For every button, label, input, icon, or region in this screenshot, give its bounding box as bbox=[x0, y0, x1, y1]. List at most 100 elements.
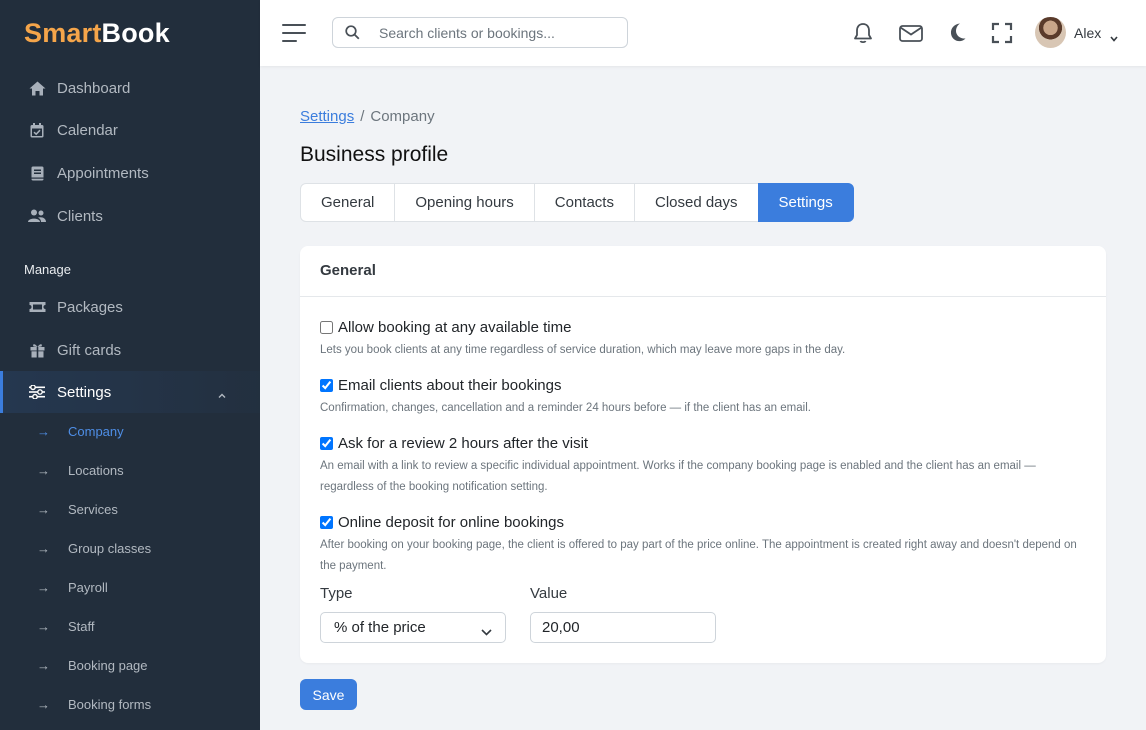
option-description: Lets you book clients at any time regard… bbox=[320, 344, 846, 356]
tab-bar: General Opening hours Contacts Closed da… bbox=[300, 183, 854, 222]
bell-icon[interactable] bbox=[851, 21, 875, 45]
arrow-right-icon: → bbox=[37, 540, 50, 556]
select-value: % of the price bbox=[334, 619, 426, 636]
breadcrumb-current: Company bbox=[370, 108, 435, 125]
type-label: Type bbox=[320, 585, 353, 602]
sidebar-sub-label: Locations bbox=[68, 462, 124, 478]
search-icon bbox=[345, 25, 360, 45]
mail-icon[interactable] bbox=[898, 21, 923, 45]
breadcrumb-link-settings[interactable]: Settings bbox=[300, 108, 354, 125]
option-description: After booking on your booking page, the … bbox=[320, 539, 1077, 572]
option-label: Email clients about their bookings bbox=[338, 377, 562, 394]
arrow-right-icon: → bbox=[37, 696, 50, 712]
option-label: Allow booking at any available time bbox=[338, 319, 572, 336]
sidebar-sub-label: Payroll bbox=[68, 579, 108, 595]
sidebar-sub-label: Booking page bbox=[68, 657, 148, 673]
sidebar-item-settings[interactable]: Settings bbox=[0, 371, 260, 413]
sidebar-item-calendar[interactable]: Calendar bbox=[0, 110, 260, 150]
sidebar-section-manage: Manage bbox=[24, 262, 71, 277]
sidebar-item-label: Gift cards bbox=[57, 341, 122, 359]
sidebar-item-label: Settings bbox=[57, 383, 112, 401]
sidebar-sub-services[interactable]: → Services bbox=[0, 495, 260, 523]
chevron-up-icon bbox=[218, 385, 226, 402]
page-title: Business profile bbox=[300, 143, 449, 166]
tab-closed-days[interactable]: Closed days bbox=[633, 183, 759, 222]
users-icon bbox=[28, 207, 46, 225]
book-icon bbox=[28, 164, 46, 182]
option-row[interactable]: Ask for a review 2 hours after the visit bbox=[320, 435, 1086, 452]
option-label: Ask for a review 2 hours after the visit bbox=[338, 435, 589, 452]
sidebar: SmartBook Dashboard Calendar Appointment… bbox=[0, 0, 260, 730]
sidebar-item-label: Dashboard bbox=[57, 79, 131, 97]
arrow-right-icon: → bbox=[37, 423, 50, 439]
general-settings-card: General Allow booking at any available t… bbox=[300, 246, 1106, 663]
allow-any-time-checkbox[interactable] bbox=[320, 321, 333, 334]
option-row[interactable]: Email clients about their bookings bbox=[320, 377, 1086, 394]
calendar-icon bbox=[28, 121, 46, 139]
breadcrumb-separator: / bbox=[360, 108, 365, 125]
moon-icon[interactable] bbox=[946, 21, 970, 45]
brand-logo[interactable]: SmartBook bbox=[24, 18, 170, 49]
sidebar-item-label: Calendar bbox=[57, 121, 118, 139]
review-request-checkbox[interactable] bbox=[320, 437, 333, 450]
deposit-value-input[interactable] bbox=[530, 612, 716, 643]
gift-icon bbox=[28, 341, 46, 359]
home-icon bbox=[28, 79, 46, 97]
sidebar-sub-label: Booking forms bbox=[68, 696, 152, 712]
save-button[interactable]: Save bbox=[300, 679, 357, 710]
search-box bbox=[332, 17, 628, 48]
arrow-right-icon: → bbox=[37, 462, 50, 478]
value-label: Value bbox=[530, 585, 568, 602]
option-online-deposit: Online deposit for online bookings After… bbox=[320, 514, 1086, 577]
online-deposit-checkbox[interactable] bbox=[320, 516, 333, 529]
sidebar-item-gift-cards[interactable]: Gift cards bbox=[0, 330, 260, 370]
fullscreen-icon[interactable] bbox=[990, 21, 1014, 45]
sidebar-sub-label: Staff bbox=[68, 618, 95, 634]
sidebar-sub-booking-forms[interactable]: → Booking forms bbox=[0, 690, 260, 718]
sidebar-sub-group-classes[interactable]: → Group classes bbox=[0, 534, 260, 562]
breadcrumb: Settings / Company bbox=[300, 108, 435, 125]
tab-general[interactable]: General bbox=[300, 183, 396, 222]
sidebar-sub-payroll[interactable]: → Payroll bbox=[0, 573, 260, 601]
arrow-right-icon: → bbox=[37, 501, 50, 517]
arrow-right-icon: → bbox=[37, 618, 50, 634]
option-any-time: Allow booking at any available time Lets… bbox=[320, 319, 1086, 361]
sidebar-sub-label: Services bbox=[68, 501, 118, 517]
search-input[interactable] bbox=[379, 22, 619, 44]
card-title: General bbox=[300, 246, 1106, 297]
option-row[interactable]: Online deposit for online bookings bbox=[320, 514, 1086, 531]
sidebar-sub-label: Group classes bbox=[68, 540, 152, 556]
tab-contacts[interactable]: Contacts bbox=[533, 183, 635, 222]
sidebar-item-packages[interactable]: Packages bbox=[0, 287, 260, 327]
option-row[interactable]: Allow booking at any available time bbox=[320, 319, 1086, 336]
option-review-request: Ask for a review 2 hours after the visit… bbox=[320, 435, 1086, 498]
brand-part-1: Smart bbox=[24, 18, 102, 48]
menu-toggle-icon[interactable] bbox=[282, 24, 306, 43]
sidebar-sub-label: Company bbox=[68, 423, 124, 439]
sliders-icon bbox=[28, 383, 46, 401]
tab-settings[interactable]: Settings bbox=[757, 183, 854, 222]
sidebar-item-dashboard[interactable]: Dashboard bbox=[0, 68, 260, 108]
option-description: Confirmation, changes, cancellation and … bbox=[320, 402, 811, 414]
arrow-right-icon: → bbox=[37, 579, 50, 595]
tab-opening-hours[interactable]: Opening hours bbox=[394, 183, 535, 222]
sidebar-item-label: Appointments bbox=[57, 164, 149, 182]
deposit-type-select[interactable]: % of the price bbox=[320, 612, 506, 643]
option-label: Online deposit for online bookings bbox=[338, 514, 564, 531]
sidebar-sub-locations[interactable]: → Locations bbox=[0, 456, 260, 484]
option-email-clients: Email clients about their bookings Confi… bbox=[320, 377, 1086, 419]
sidebar-item-label: Clients bbox=[57, 207, 103, 225]
sidebar-item-appointments[interactable]: Appointments bbox=[0, 153, 260, 193]
sidebar-item-clients[interactable]: Clients bbox=[0, 196, 260, 236]
chevron-down-icon[interactable] bbox=[1110, 29, 1118, 47]
sidebar-item-label: Packages bbox=[57, 298, 123, 316]
sidebar-sub-company[interactable]: → Company bbox=[0, 417, 260, 445]
option-description: An email with a link to review a specifi… bbox=[320, 460, 1036, 493]
email-clients-checkbox[interactable] bbox=[320, 379, 333, 392]
user-name[interactable]: Alex bbox=[1074, 25, 1101, 41]
sidebar-sub-staff[interactable]: → Staff bbox=[0, 612, 260, 640]
avatar[interactable] bbox=[1035, 17, 1066, 48]
arrow-right-icon: → bbox=[37, 657, 50, 673]
sidebar-sub-booking-page[interactable]: → Booking page bbox=[0, 651, 260, 679]
chevron-down-icon bbox=[481, 623, 492, 640]
